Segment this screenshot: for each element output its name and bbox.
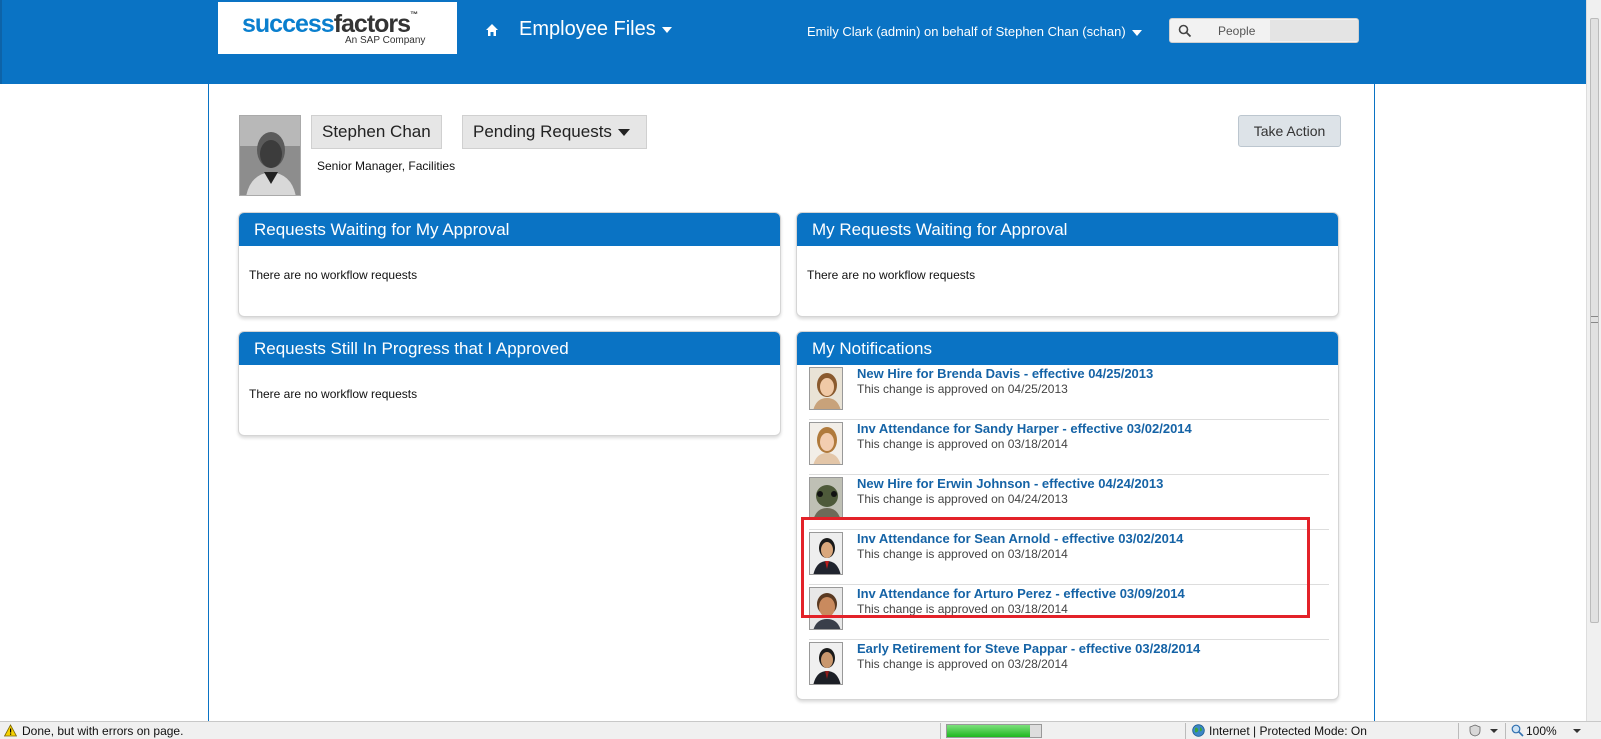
- notification-status: This change is approved on 03/18/2014: [857, 602, 1068, 616]
- module-menu[interactable]: Employee Files: [519, 18, 672, 41]
- avatar: [809, 477, 843, 520]
- status-divider: [1185, 723, 1186, 739]
- home-icon[interactable]: [484, 22, 500, 38]
- status-divider: [940, 723, 941, 739]
- progress-fill: [947, 725, 1030, 737]
- avatar: [809, 587, 843, 630]
- my-notifications-panel: My Notifications New Hire for Brenda Dav…: [796, 331, 1339, 700]
- person-photo: [240, 116, 300, 195]
- list-item: New Hire for Brenda Davis - effective 04…: [809, 365, 1329, 420]
- avatar[interactable]: [239, 115, 301, 196]
- my-requests-waiting-panel: My Requests Waiting for Approval There a…: [796, 212, 1339, 317]
- status-divider: [1505, 723, 1506, 739]
- search-input[interactable]: [1204, 19, 1354, 42]
- notification-link[interactable]: Inv Attendance for Sandy Harper - effect…: [857, 421, 1192, 436]
- view-selector-label: Pending Requests: [473, 122, 612, 141]
- panel-empty-message: There are no workflow requests: [807, 268, 976, 282]
- logo-tagline: An SAP Company: [345, 35, 426, 46]
- notification-status: This change is approved on 03/18/2014: [857, 547, 1068, 561]
- status-divider: [1458, 723, 1459, 739]
- panel-title: My Requests Waiting for Approval: [797, 213, 1338, 246]
- globe-icon: [1192, 724, 1205, 737]
- security-zone-text: Internet | Protected Mode: On: [1209, 724, 1367, 738]
- notification-link[interactable]: Inv Attendance for Sean Arnold - effecti…: [857, 531, 1183, 546]
- zoom-level[interactable]: 100%: [1526, 724, 1557, 738]
- vertical-scrollbar[interactable]: [1586, 0, 1601, 721]
- panel-empty-message: There are no workflow requests: [249, 387, 418, 401]
- notification-list: New Hire for Brenda Davis - effective 04…: [797, 365, 1338, 695]
- page-load-progress: [946, 724, 1042, 738]
- warning-icon[interactable]: [4, 724, 17, 737]
- chevron-down-icon[interactable]: [1490, 729, 1498, 733]
- avatar: [809, 532, 843, 575]
- search-icon[interactable]: [1178, 24, 1192, 38]
- avatar: [809, 642, 843, 685]
- notification-link[interactable]: Inv Attendance for Arturo Perez - effect…: [857, 586, 1185, 601]
- notification-link[interactable]: Early Retirement for Steve Pappar - effe…: [857, 641, 1200, 656]
- panel-title: Requests Still In Progress that I Approv…: [239, 332, 780, 365]
- avatar: [809, 367, 843, 410]
- avatar: [809, 422, 843, 465]
- grip-icon: [1591, 316, 1598, 323]
- panel-title: My Notifications: [797, 332, 1338, 365]
- user-menu-label: Emily Clark (admin) on behalf of Stephen…: [807, 24, 1126, 39]
- company-logo[interactable]: successfactors™ An SAP Company: [218, 2, 457, 54]
- people-search: [1169, 18, 1359, 43]
- notification-status: This change is approved on 03/28/2014: [857, 657, 1068, 671]
- chevron-down-icon: [617, 129, 630, 137]
- chevron-down-icon: [1131, 29, 1142, 36]
- take-action-button[interactable]: Take Action: [1238, 115, 1341, 147]
- notification-status: This change is approved on 03/18/2014: [857, 437, 1068, 451]
- module-title: Employee Files: [519, 18, 656, 40]
- shield-icon[interactable]: [1468, 724, 1482, 737]
- status-text: Done, but with errors on page.: [22, 724, 184, 738]
- zoom-icon[interactable]: [1511, 724, 1524, 737]
- list-item: Inv Attendance for Sean Arnold - effecti…: [809, 530, 1329, 585]
- list-item: Inv Attendance for Arturo Perez - effect…: [809, 585, 1329, 640]
- list-item: Inv Attendance for Sandy Harper - effect…: [809, 420, 1329, 475]
- view-selector[interactable]: Pending Requests: [462, 115, 647, 149]
- in-progress-approved-panel: Requests Still In Progress that I Approv…: [238, 331, 781, 436]
- notification-link[interactable]: New Hire for Brenda Davis - effective 04…: [857, 366, 1153, 381]
- notification-link[interactable]: New Hire for Erwin Johnson - effective 0…: [857, 476, 1163, 491]
- browser-status-bar: Done, but with errors on page. Internet …: [0, 721, 1601, 739]
- job-title: Senior Manager, Facilities: [317, 159, 456, 173]
- notification-status: This change is approved on 04/25/2013: [857, 382, 1068, 396]
- chevron-down-icon: [661, 26, 672, 33]
- panel-title: Requests Waiting for My Approval: [239, 213, 780, 246]
- requests-waiting-my-approval-panel: Requests Waiting for My Approval There a…: [238, 212, 781, 317]
- list-item: Early Retirement for Steve Pappar - effe…: [809, 640, 1329, 695]
- notification-status: This change is approved on 04/24/2013: [857, 492, 1068, 506]
- top-banner: successfactors™ An SAP Company Employee …: [0, 0, 1586, 84]
- chevron-down-icon[interactable]: [1573, 729, 1581, 733]
- list-item: New Hire for Erwin Johnson - effective 0…: [809, 475, 1329, 530]
- user-menu[interactable]: Emily Clark (admin) on behalf of Stephen…: [807, 24, 1142, 39]
- employee-name: Stephen Chan: [311, 115, 442, 149]
- panel-empty-message: There are no workflow requests: [249, 268, 418, 282]
